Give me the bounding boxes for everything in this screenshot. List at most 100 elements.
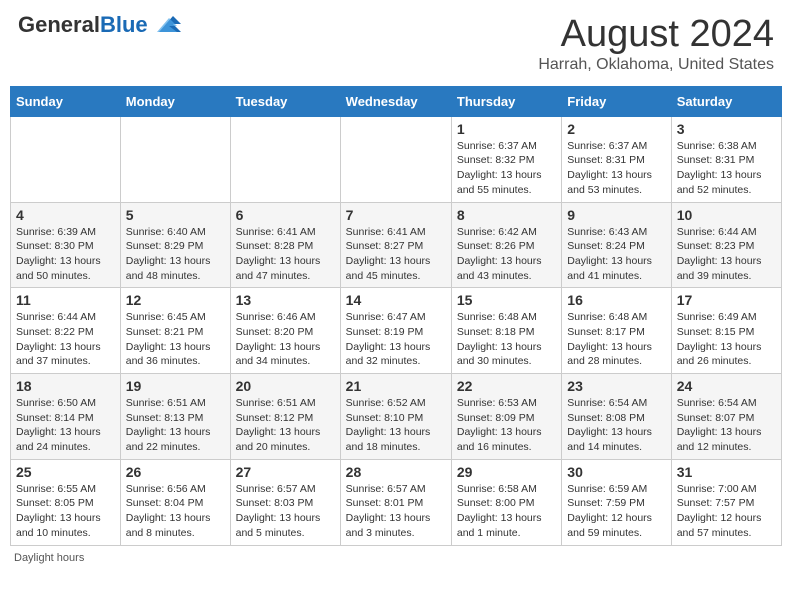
day-number: 20	[236, 378, 335, 394]
calendar-cell	[340, 116, 451, 202]
day-number: 15	[457, 292, 556, 308]
day-number: 12	[126, 292, 225, 308]
calendar-cell: 30 Sunrise: 6:59 AMSunset: 7:59 PMDayligh…	[562, 459, 671, 545]
day-info: Sunrise: 6:46 AMSunset: 8:20 PMDaylight:…	[236, 310, 335, 369]
calendar-cell: 7 Sunrise: 6:41 AMSunset: 8:27 PMDaylight…	[340, 202, 451, 288]
day-info: Sunrise: 6:51 AMSunset: 8:12 PMDaylight:…	[236, 396, 335, 455]
calendar-cell: 31 Sunrise: 7:00 AMSunset: 7:57 PMDayligh…	[671, 459, 781, 545]
calendar-cell: 15 Sunrise: 6:48 AMSunset: 8:18 PMDayligh…	[451, 288, 561, 374]
day-header-sunday: Sunday	[11, 86, 121, 116]
calendar-cell: 26Sunrise: 6:56 AMSunset: 8:04 PMDayligh…	[120, 459, 230, 545]
day-info: Sunrise: 6:44 AMSunset: 8:23 PMDaylight:…	[677, 225, 776, 284]
day-number: 8	[457, 207, 556, 223]
day-info: Sunrise: 6:48 AMSunset: 8:17 PMDaylight:…	[567, 310, 665, 369]
day-info: Sunrise: 6:55 AMSunset: 8:05 PMDaylight:…	[16, 482, 115, 541]
day-info: Sunrise: 6:50 AMSunset: 8:14 PMDaylight:…	[16, 396, 115, 455]
day-number: 25	[16, 464, 115, 480]
day-info: Sunrise: 6:37 AMSunset: 8:32 PMDaylight:…	[457, 139, 556, 198]
footer: Daylight hours	[10, 552, 782, 564]
calendar-table: SundayMondayTuesdayWednesdayThursdayFrid…	[10, 86, 782, 546]
week-row-5: 25 Sunrise: 6:55 AMSunset: 8:05 PMDayligh…	[11, 459, 782, 545]
calendar-cell: 13 Sunrise: 6:46 AMSunset: 8:20 PMDayligh…	[230, 288, 340, 374]
day-info: Sunrise: 6:59 AMSunset: 7:59 PMDaylight:…	[567, 482, 665, 541]
calendar-cell: 10 Sunrise: 6:44 AMSunset: 8:23 PMDayligh…	[671, 202, 781, 288]
day-number: 28	[346, 464, 446, 480]
calendar-cell: 5Sunrise: 6:40 AMSunset: 8:29 PMDaylight…	[120, 202, 230, 288]
day-number: 7	[346, 207, 446, 223]
day-number: 16	[567, 292, 665, 308]
day-info: Sunrise: 6:54 AMSunset: 8:08 PMDaylight:…	[567, 396, 665, 455]
calendar-cell: 8 Sunrise: 6:42 AMSunset: 8:26 PMDaylight…	[451, 202, 561, 288]
day-info: Sunrise: 6:58 AMSunset: 8:00 PMDaylight:…	[457, 482, 556, 541]
calendar-cell: 3Sunrise: 6:38 AMSunset: 8:31 PMDaylight…	[671, 116, 781, 202]
day-number: 24	[677, 378, 776, 394]
calendar-cell: 1 Sunrise: 6:37 AMSunset: 8:32 PMDaylight…	[451, 116, 561, 202]
day-number: 3	[677, 121, 776, 137]
calendar-cell: 11 Sunrise: 6:44 AMSunset: 8:22 PMDayligh…	[11, 288, 121, 374]
day-number: 30	[567, 464, 665, 480]
calendar-cell: 4Sunrise: 6:39 AMSunset: 8:30 PMDaylight…	[11, 202, 121, 288]
day-info: Sunrise: 7:00 AMSunset: 7:57 PMDaylight:…	[677, 482, 776, 541]
calendar-cell	[120, 116, 230, 202]
calendar-cell: 19 Sunrise: 6:51 AMSunset: 8:13 PMDayligh…	[120, 374, 230, 460]
calendar-cell: 14Sunrise: 6:47 AMSunset: 8:19 PMDayligh…	[340, 288, 451, 374]
day-number: 9	[567, 207, 665, 223]
day-info: Sunrise: 6:54 AMSunset: 8:07 PMDaylight:…	[677, 396, 776, 455]
daylight-label: Daylight hours	[14, 552, 84, 564]
day-header-saturday: Saturday	[671, 86, 781, 116]
calendar-cell: 18Sunrise: 6:50 AMSunset: 8:14 PMDayligh…	[11, 374, 121, 460]
day-header-tuesday: Tuesday	[230, 86, 340, 116]
calendar-cell	[230, 116, 340, 202]
day-number: 10	[677, 207, 776, 223]
calendar-cell: 29 Sunrise: 6:58 AMSunset: 8:00 PMDayligh…	[451, 459, 561, 545]
day-number: 13	[236, 292, 335, 308]
week-row-3: 11 Sunrise: 6:44 AMSunset: 8:22 PMDayligh…	[11, 288, 782, 374]
logo-text: GeneralBlue	[18, 14, 148, 36]
day-number: 17	[677, 292, 776, 308]
day-header-monday: Monday	[120, 86, 230, 116]
day-info: Sunrise: 6:57 AMSunset: 8:01 PMDaylight:…	[346, 482, 446, 541]
day-info: Sunrise: 6:47 AMSunset: 8:19 PMDaylight:…	[346, 310, 446, 369]
day-number: 6	[236, 207, 335, 223]
logo: GeneralBlue	[18, 14, 181, 36]
day-number: 4	[16, 207, 115, 223]
day-info: Sunrise: 6:52 AMSunset: 8:10 PMDaylight:…	[346, 396, 446, 455]
day-info: Sunrise: 6:43 AMSunset: 8:24 PMDaylight:…	[567, 225, 665, 284]
day-header-wednesday: Wednesday	[340, 86, 451, 116]
day-info: Sunrise: 6:51 AMSunset: 8:13 PMDaylight:…	[126, 396, 225, 455]
days-header-row: SundayMondayTuesdayWednesdayThursdayFrid…	[11, 86, 782, 116]
day-info: Sunrise: 6:41 AMSunset: 8:28 PMDaylight:…	[236, 225, 335, 284]
day-info: Sunrise: 6:37 AMSunset: 8:31 PMDaylight:…	[567, 139, 665, 198]
day-info: Sunrise: 6:41 AMSunset: 8:27 PMDaylight:…	[346, 225, 446, 284]
day-header-friday: Friday	[562, 86, 671, 116]
day-number: 29	[457, 464, 556, 480]
day-info: Sunrise: 6:44 AMSunset: 8:22 PMDaylight:…	[16, 310, 115, 369]
calendar-cell: 22Sunrise: 6:53 AMSunset: 8:09 PMDayligh…	[451, 374, 561, 460]
day-number: 2	[567, 121, 665, 137]
day-number: 23	[567, 378, 665, 394]
location-title: Harrah, Oklahoma, United States	[538, 56, 774, 74]
day-number: 11	[16, 292, 115, 308]
logo-icon	[151, 14, 181, 36]
week-row-4: 18Sunrise: 6:50 AMSunset: 8:14 PMDayligh…	[11, 374, 782, 460]
title-area: August 2024 Harrah, Oklahoma, United Sta…	[538, 14, 774, 74]
calendar-cell	[11, 116, 121, 202]
day-number: 27	[236, 464, 335, 480]
week-row-1: 1 Sunrise: 6:37 AMSunset: 8:32 PMDaylight…	[11, 116, 782, 202]
day-number: 1	[457, 121, 556, 137]
calendar-cell: 23 Sunrise: 6:54 AMSunset: 8:08 PMDayligh…	[562, 374, 671, 460]
day-info: Sunrise: 6:42 AMSunset: 8:26 PMDaylight:…	[457, 225, 556, 284]
calendar-cell: 21Sunrise: 6:52 AMSunset: 8:10 PMDayligh…	[340, 374, 451, 460]
calendar-cell: 28 Sunrise: 6:57 AMSunset: 8:01 PMDayligh…	[340, 459, 451, 545]
day-info: Sunrise: 6:53 AMSunset: 8:09 PMDaylight:…	[457, 396, 556, 455]
day-number: 31	[677, 464, 776, 480]
day-info: Sunrise: 6:57 AMSunset: 8:03 PMDaylight:…	[236, 482, 335, 541]
calendar-cell: 17Sunrise: 6:49 AMSunset: 8:15 PMDayligh…	[671, 288, 781, 374]
calendar-cell: 24 Sunrise: 6:54 AMSunset: 8:07 PMDayligh…	[671, 374, 781, 460]
calendar-cell: 2 Sunrise: 6:37 AMSunset: 8:31 PMDaylight…	[562, 116, 671, 202]
calendar-cell: 16 Sunrise: 6:48 AMSunset: 8:17 PMDayligh…	[562, 288, 671, 374]
day-info: Sunrise: 6:48 AMSunset: 8:18 PMDaylight:…	[457, 310, 556, 369]
calendar-cell: 12Sunrise: 6:45 AMSunset: 8:21 PMDayligh…	[120, 288, 230, 374]
day-number: 19	[126, 378, 225, 394]
calendar-cell: 9 Sunrise: 6:43 AMSunset: 8:24 PMDaylight…	[562, 202, 671, 288]
